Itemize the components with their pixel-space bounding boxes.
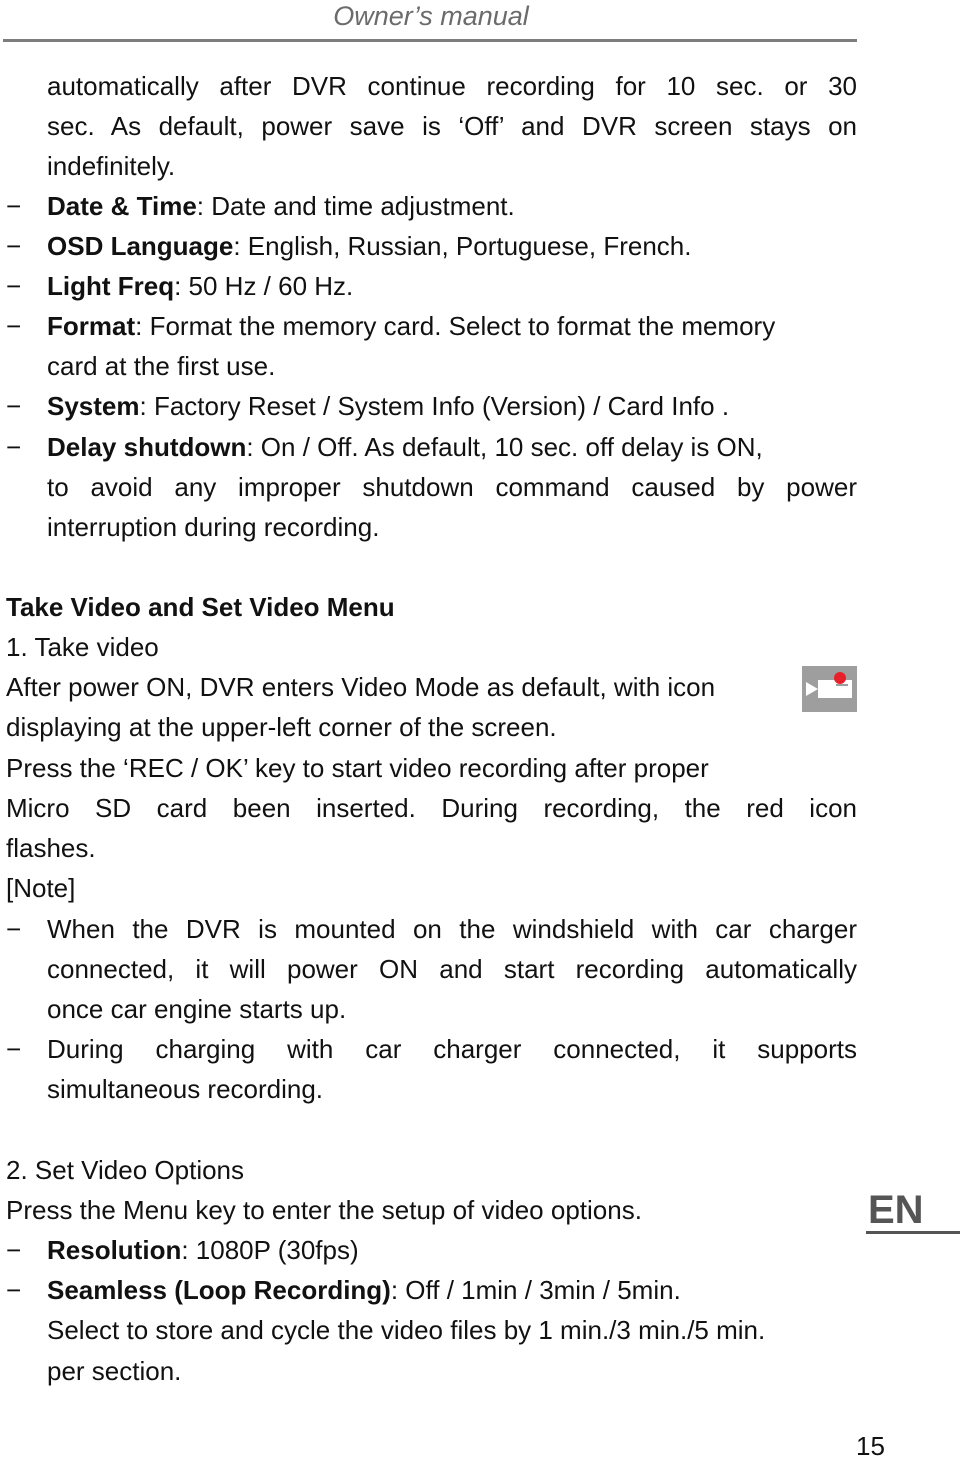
paragraph-line: After power ON, DVR enters Video Mode as… bbox=[6, 672, 716, 702]
section-heading: Take Video and Set Video Menu bbox=[6, 592, 395, 622]
language-tab: EN bbox=[868, 1188, 924, 1232]
bullet-dash: − bbox=[6, 311, 22, 341]
video-mode-icon bbox=[802, 666, 857, 712]
item-text: : On / Off. As default, 10 sec. off dela… bbox=[246, 432, 763, 462]
bullet-dash: − bbox=[6, 271, 22, 301]
paragraph-line: Press the ‘REC / OK’ key to start video … bbox=[6, 753, 709, 783]
list-item-continuation: to avoid any improper shutdown command c… bbox=[47, 472, 857, 502]
bullet-dash: − bbox=[6, 914, 22, 944]
paragraph-line: displaying at the upper-left corner of t… bbox=[6, 712, 557, 742]
list-item: Resolution: 1080P (30fps) bbox=[47, 1235, 857, 1265]
header-divider bbox=[3, 39, 857, 42]
list-item-continuation: interruption during recording. bbox=[47, 512, 380, 542]
paragraph-line: Press the Menu key to enter the setup of… bbox=[6, 1195, 642, 1225]
item-term: System bbox=[47, 391, 140, 421]
note-line: simultaneous recording. bbox=[47, 1074, 324, 1104]
list-item: Light Freq: 50 Hz / 60 Hz. bbox=[47, 271, 857, 301]
item-text: : 50 Hz / 60 Hz. bbox=[174, 271, 354, 301]
list-item: Delay shutdown: On / Off. As default, 10… bbox=[47, 432, 857, 462]
bullet-dash: − bbox=[6, 1034, 22, 1064]
list-item-continuation: Select to store and cycle the video file… bbox=[47, 1315, 766, 1345]
item-text: : Date and time adjustment. bbox=[196, 191, 515, 221]
paragraph-line: indefinitely. bbox=[47, 151, 176, 181]
bullet-dash: − bbox=[6, 191, 22, 221]
bullet-dash: − bbox=[6, 231, 22, 261]
note-line: During charging with car charger connect… bbox=[47, 1034, 857, 1064]
item-text: : Off / 1min / 3min / 5min. bbox=[390, 1275, 681, 1305]
item-term: Date & Time bbox=[47, 191, 197, 221]
step-title: 2. Set Video Options bbox=[6, 1155, 245, 1185]
step-title: 1. Take video bbox=[6, 632, 159, 662]
note-line: When the DVR is mounted on the windshiel… bbox=[47, 914, 857, 944]
bullet-dash: − bbox=[6, 432, 22, 462]
paragraph-line: automatically after DVR continue recordi… bbox=[47, 71, 857, 101]
paragraph-line: sec. As default, power save is ‘Off’ and… bbox=[47, 111, 857, 141]
paragraph-line: flashes. bbox=[6, 833, 96, 863]
item-text: : English, Russian, Portuguese, French. bbox=[233, 231, 692, 261]
language-tab-underline bbox=[866, 1231, 960, 1234]
item-term: Resolution bbox=[47, 1235, 182, 1265]
list-item-continuation: per section. bbox=[47, 1356, 182, 1386]
item-term: Seamless (Loop Recording) bbox=[47, 1275, 391, 1305]
item-text: : Format the memory card. Select to form… bbox=[135, 311, 776, 341]
page-number: 15 bbox=[856, 1431, 885, 1461]
item-term: OSD Language bbox=[47, 231, 234, 261]
paragraph-line: Micro SD card been inserted. During reco… bbox=[6, 793, 857, 823]
note-line: once car engine starts up. bbox=[47, 994, 347, 1024]
bullet-dash: − bbox=[6, 1235, 22, 1265]
item-term: Format bbox=[47, 311, 136, 341]
header-title: Owner’s manual bbox=[333, 1, 529, 31]
note-line: connected, it will power ON and start re… bbox=[47, 954, 857, 984]
list-item: Seamless (Loop Recording): Off / 1min / … bbox=[47, 1275, 857, 1305]
bullet-dash: − bbox=[6, 391, 22, 421]
list-item-continuation: card at the first use. bbox=[47, 351, 276, 381]
item-text: : 1080P (30fps) bbox=[181, 1235, 359, 1265]
list-item: System: Factory Reset / System Info (Ver… bbox=[47, 391, 857, 421]
note-label: [Note] bbox=[6, 873, 76, 903]
item-term: Light Freq bbox=[47, 271, 175, 301]
bullet-dash: − bbox=[6, 1275, 22, 1305]
item-text: : Factory Reset / System Info (Version) … bbox=[139, 391, 730, 421]
list-item: Format: Format the memory card. Select t… bbox=[47, 311, 857, 341]
item-term: Delay shutdown bbox=[47, 432, 247, 462]
list-item: OSD Language: English, Russian, Portugue… bbox=[47, 231, 857, 261]
list-item: Date & Time: Date and time adjustment. bbox=[47, 191, 857, 221]
